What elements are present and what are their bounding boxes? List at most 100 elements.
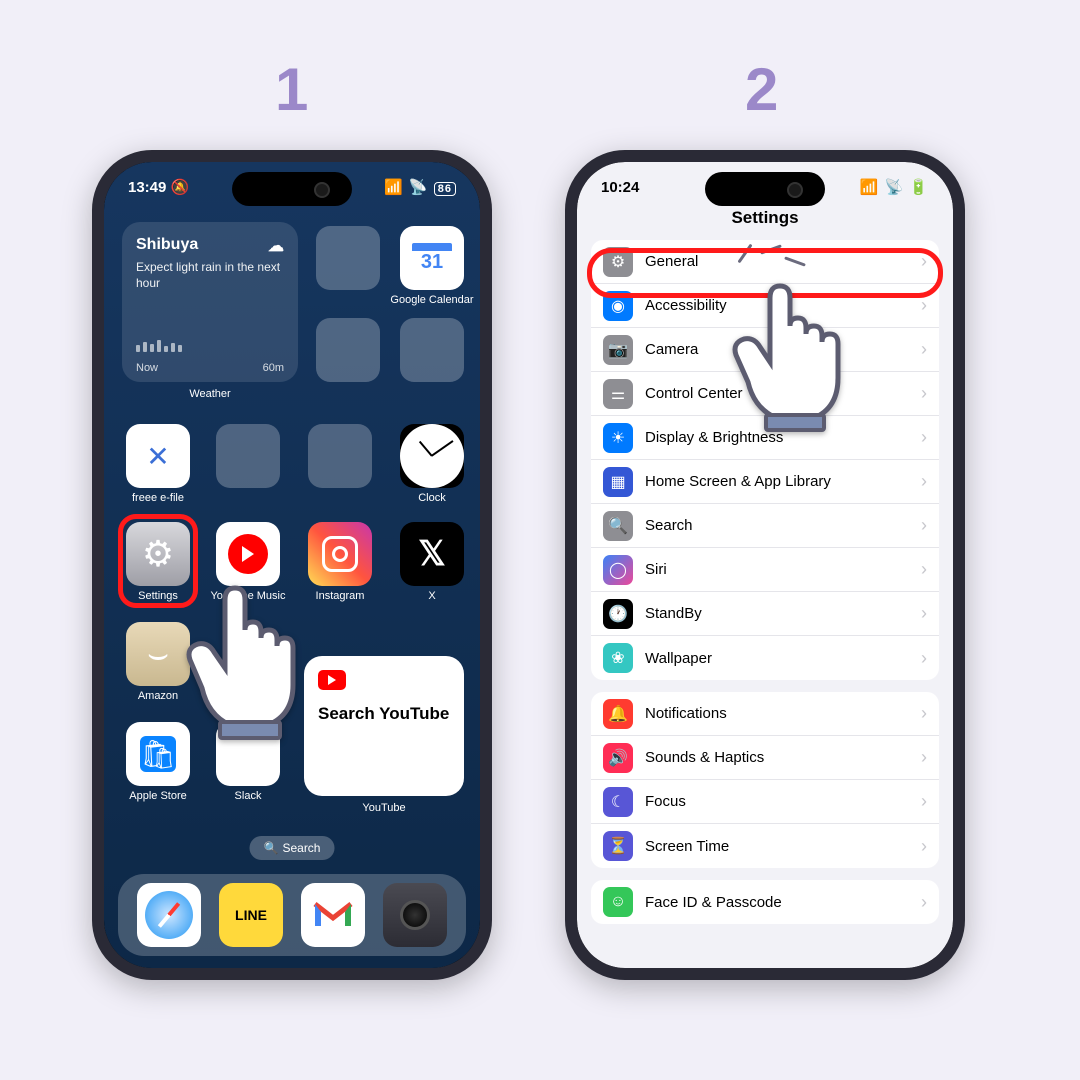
instagram-label: Instagram — [296, 590, 384, 602]
iphone-settings-screen: 10:24 📶 📡 🔋 Settings ⚙General› ◉Accessib… — [565, 150, 965, 980]
folder-icon-5[interactable] — [308, 424, 372, 488]
folder-icon-2[interactable] — [316, 318, 380, 382]
spotlight-search[interactable]: 🔍Search — [250, 836, 335, 860]
row-search[interactable]: 🔍Search› — [591, 504, 939, 548]
amazon-icon[interactable]: ⌣ — [126, 622, 190, 686]
youtube-icon — [318, 670, 346, 690]
chevron-right-icon: › — [921, 295, 927, 316]
row-accessibility[interactable]: ◉Accessibility› — [591, 284, 939, 328]
freee-label: freee e-file — [114, 492, 202, 504]
weather-widget[interactable]: Shibuya☁ Expect light rain in the next h… — [122, 222, 298, 382]
chevron-right-icon: › — [921, 892, 927, 913]
chevron-right-icon: › — [921, 747, 927, 768]
applestore-label: Apple Store — [114, 790, 202, 802]
camera-icon[interactable] — [383, 883, 447, 947]
row-general[interactable]: ⚙General› — [591, 240, 939, 284]
clock-icon[interactable] — [400, 424, 464, 488]
amazon-label: Amazon — [114, 690, 202, 702]
youtube-widget-text: Search YouTube — [318, 704, 450, 724]
brightness-icon: ☀ — [603, 423, 633, 453]
row-notifications[interactable]: 🔔Notifications› — [591, 692, 939, 736]
row-focus[interactable]: ☾Focus› — [591, 780, 939, 824]
wifi-icon: 📡 — [409, 179, 429, 196]
settings-group-3: ☺Face ID & Passcode› — [591, 880, 939, 924]
chevron-right-icon: › — [921, 383, 927, 404]
chevron-right-icon: › — [921, 703, 927, 724]
slack-icon[interactable]: ❋ — [216, 722, 280, 786]
standby-icon: 🕐 — [603, 599, 633, 629]
settings-group-2: 🔔Notifications› 🔊Sounds & Haptics› ☾Focu… — [591, 692, 939, 868]
gear-icon: ⚙ — [603, 247, 633, 277]
x-icon[interactable]: 𝕏 — [400, 522, 464, 586]
row-home-screen[interactable]: ▦Home Screen & App Library› — [591, 460, 939, 504]
line-icon[interactable]: LINE — [219, 883, 283, 947]
youtube-widget[interactable]: Search YouTube — [304, 656, 464, 796]
chevron-right-icon: › — [921, 603, 927, 624]
battery-icon: 🔋 — [909, 179, 929, 196]
clock-label: Clock — [388, 492, 476, 504]
chevron-right-icon: › — [921, 559, 927, 580]
chevron-right-icon: › — [921, 515, 927, 536]
chevron-right-icon: › — [921, 836, 927, 857]
camera-icon: 📷 — [603, 335, 633, 365]
speaker-icon: 🔊 — [603, 743, 633, 773]
siri-icon: ◯ — [603, 555, 633, 585]
row-control-center[interactable]: ⚌Control Center› — [591, 372, 939, 416]
iphone-home-screen: 13:49 🔕 📶 📡 86 Shibuya☁ Expect light rai… — [92, 150, 492, 980]
ytmusic-icon[interactable] — [216, 522, 280, 586]
row-standby[interactable]: 🕐StandBy› — [591, 592, 939, 636]
weather-city: Shibuya — [136, 236, 198, 256]
signal-icon: 📶 — [384, 179, 404, 196]
moon-icon: ☾ — [603, 787, 633, 817]
dock: LINE — [118, 874, 466, 956]
step-number-1: 1 — [275, 55, 308, 124]
grid-icon: ▦ — [603, 467, 633, 497]
slack-label: Slack — [204, 790, 292, 802]
gmail-icon[interactable] — [301, 883, 365, 947]
silent-icon: 🔕 — [171, 179, 190, 196]
ytmusic-label: YouTube Music — [204, 590, 292, 602]
signal-icon: 📶 — [860, 179, 880, 196]
gcal-label: Google Calendar — [388, 294, 476, 306]
status-time: 13:49 — [128, 179, 166, 196]
search-icon: 🔍 — [264, 841, 279, 855]
bell-icon: 🔔 — [603, 699, 633, 729]
chevron-right-icon: › — [921, 427, 927, 448]
freee-icon[interactable]: ✕ — [126, 424, 190, 488]
settings-title: Settings — [577, 208, 953, 228]
applestore-icon[interactable]: 🛍 — [126, 722, 190, 786]
row-siri[interactable]: ◯Siri› — [591, 548, 939, 592]
row-display[interactable]: ☀Display & Brightness› — [591, 416, 939, 460]
settings-group-1: ⚙General› ◉Accessibility› 📷Camera› ⚌Cont… — [591, 240, 939, 680]
row-wallpaper[interactable]: ❀Wallpaper› — [591, 636, 939, 680]
youtube-label: YouTube — [340, 802, 428, 814]
weather-label: Weather — [166, 388, 254, 400]
row-camera[interactable]: 📷Camera› — [591, 328, 939, 372]
settings-app-icon[interactable]: ⚙ — [126, 522, 190, 586]
google-calendar-icon[interactable]: 31 — [400, 226, 464, 290]
chevron-right-icon: › — [921, 339, 927, 360]
settings-label: Settings — [114, 590, 202, 602]
folder-icon-3[interactable] — [400, 318, 464, 382]
wifi-icon: 📡 — [884, 179, 904, 196]
status-time: 10:24 — [601, 179, 639, 196]
row-sounds[interactable]: 🔊Sounds & Haptics› — [591, 736, 939, 780]
dynamic-island — [705, 172, 825, 206]
dynamic-island — [232, 172, 352, 206]
row-screen-time[interactable]: ⏳Screen Time› — [591, 824, 939, 868]
instagram-icon[interactable] — [308, 522, 372, 586]
folder-icon[interactable] — [316, 226, 380, 290]
wallpaper-icon: ❀ — [603, 643, 633, 673]
faceid-icon: ☺ — [603, 887, 633, 917]
weather-desc: Expect light rain in the next hour — [136, 260, 284, 291]
row-faceid[interactable]: ☺Face ID & Passcode› — [591, 880, 939, 924]
switches-icon: ⚌ — [603, 379, 633, 409]
safari-icon[interactable] — [137, 883, 201, 947]
x-label: X — [388, 590, 476, 602]
chevron-right-icon: › — [921, 251, 927, 272]
accessibility-icon: ◉ — [603, 291, 633, 321]
chevron-right-icon: › — [921, 648, 927, 669]
folder-icon-4[interactable] — [216, 424, 280, 488]
hourglass-icon: ⏳ — [603, 831, 633, 861]
step-number-2: 2 — [745, 55, 778, 124]
